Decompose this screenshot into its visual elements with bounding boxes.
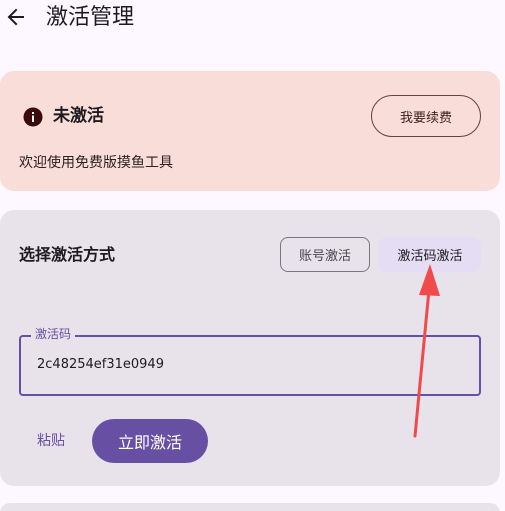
activation-method-title: 选择激活方式 — [19, 245, 116, 264]
status-description: 欢迎使用免费版摸鱼工具 — [19, 155, 173, 171]
page-title: 激活管理 — [46, 5, 135, 30]
activation-status-title: 未激活 — [53, 106, 104, 126]
arrow-left-icon — [7, 8, 24, 26]
renew-button[interactable]: 我要续费 — [371, 95, 481, 137]
activation-code-label: 激活码 — [31, 326, 76, 342]
activation-code-value[interactable]: 2c48254ef31e0949 — [37, 356, 164, 374]
back-button[interactable] — [5, 6, 27, 28]
activate-now-button[interactable]: 立即激活 — [92, 419, 208, 463]
app-bar: 激活管理 — [0, 0, 505, 40]
next-card — [0, 503, 500, 511]
paste-button[interactable]: 粘贴 — [37, 431, 65, 451]
tab-code-activation[interactable]: 激活码激活 — [379, 237, 481, 272]
info-icon — [23, 107, 43, 127]
tab-account-activation[interactable]: 账号激活 — [280, 237, 370, 272]
